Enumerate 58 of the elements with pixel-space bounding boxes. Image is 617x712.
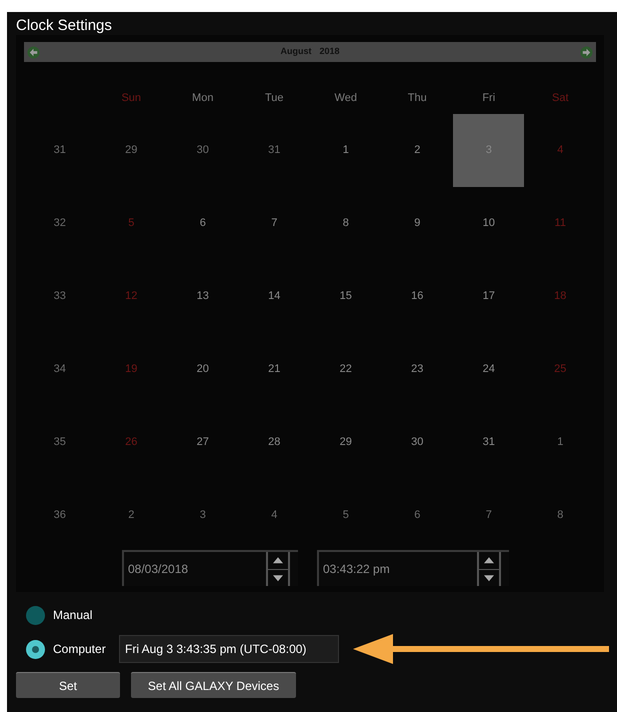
weekday-label: Tue (264, 90, 284, 106)
day-cell[interactable]: 30 (382, 406, 453, 479)
next-arrow-icon[interactable] (580, 46, 593, 58)
day-cell[interactable]: 27 (167, 406, 238, 479)
radio-label: Computer (53, 641, 107, 658)
spin-field[interactable]: 08/03/2018 (124, 560, 266, 578)
day-cell[interactable]: 1 (310, 114, 382, 187)
week-number: 34 (54, 362, 66, 378)
day-cell[interactable]: 8 (310, 187, 382, 260)
spin-field[interactable]: 03:43:22 pm (319, 560, 477, 578)
day-cell[interactable]: 23 (382, 333, 453, 406)
day-cell[interactable]: 15 (310, 260, 382, 333)
day-cell[interactable]: 29 (96, 114, 167, 187)
weekday-label: Wed (334, 90, 357, 106)
day-cell[interactable]: 3 (167, 479, 238, 552)
week-number: 36 (54, 508, 66, 524)
day-cell[interactable]: 28 (238, 406, 310, 479)
day-cell[interactable]: 10 (453, 187, 524, 260)
radio-button[interactable] (26, 640, 45, 658)
day-cell[interactable]: 16 (382, 260, 453, 333)
day-cell[interactable]: 31 (238, 114, 310, 187)
week-number: 35 (54, 435, 66, 450)
day-cell[interactable]: 1 (524, 406, 596, 479)
day-cell[interactable]: 6 (382, 479, 453, 552)
day-cell[interactable]: 2 (382, 114, 453, 187)
day-cell[interactable]: 5 (310, 479, 382, 552)
day-cell[interactable]: 14 (238, 260, 310, 333)
week-number: 33 (54, 289, 66, 304)
day-cell[interactable]: 13 (167, 260, 238, 333)
day-cell[interactable]: 7 (453, 479, 524, 552)
radio-button[interactable] (26, 606, 45, 624)
day-cell[interactable]: 6 (167, 187, 238, 260)
day-cell[interactable]: 4 (238, 479, 310, 552)
weekday-label: Thu (408, 90, 427, 106)
set-all-button[interactable]: Set All GALAXY Devices (131, 672, 296, 698)
day-cell[interactable]: 20 (167, 333, 238, 406)
set-button[interactable]: Set (16, 672, 120, 698)
computer-time-display: Fri Aug 3 3:43:35 pm (UTC-08:00) (119, 635, 339, 663)
weekday-label: Fri (482, 90, 496, 106)
week-number: 32 (54, 216, 66, 232)
day-cell[interactable]: 9 (382, 187, 453, 260)
day-cell[interactable]: 31 (453, 406, 524, 479)
weekday-label: Sat (552, 90, 568, 106)
day-cell[interactable]: 21 (238, 333, 310, 406)
day-cell[interactable]: 22 (310, 333, 382, 406)
day-cell[interactable]: 29 (310, 406, 382, 479)
previous-arrow-icon[interactable] (27, 46, 40, 58)
radio-label: Manual (53, 607, 94, 624)
window-title: Clock Settings (15, 16, 113, 35)
day-cell[interactable]: 30 (167, 114, 238, 187)
day-cell[interactable]: 8 (524, 479, 596, 552)
day-cell[interactable]: 17 (453, 260, 524, 333)
weekday-label: Sun (121, 90, 142, 106)
weekday-label: Mon (192, 90, 214, 106)
day-cell[interactable]: 7 (238, 187, 310, 260)
day-cell[interactable]: 2 (96, 479, 167, 552)
day-cell[interactable]: 24 (453, 333, 524, 406)
week-number: 31 (54, 143, 66, 158)
